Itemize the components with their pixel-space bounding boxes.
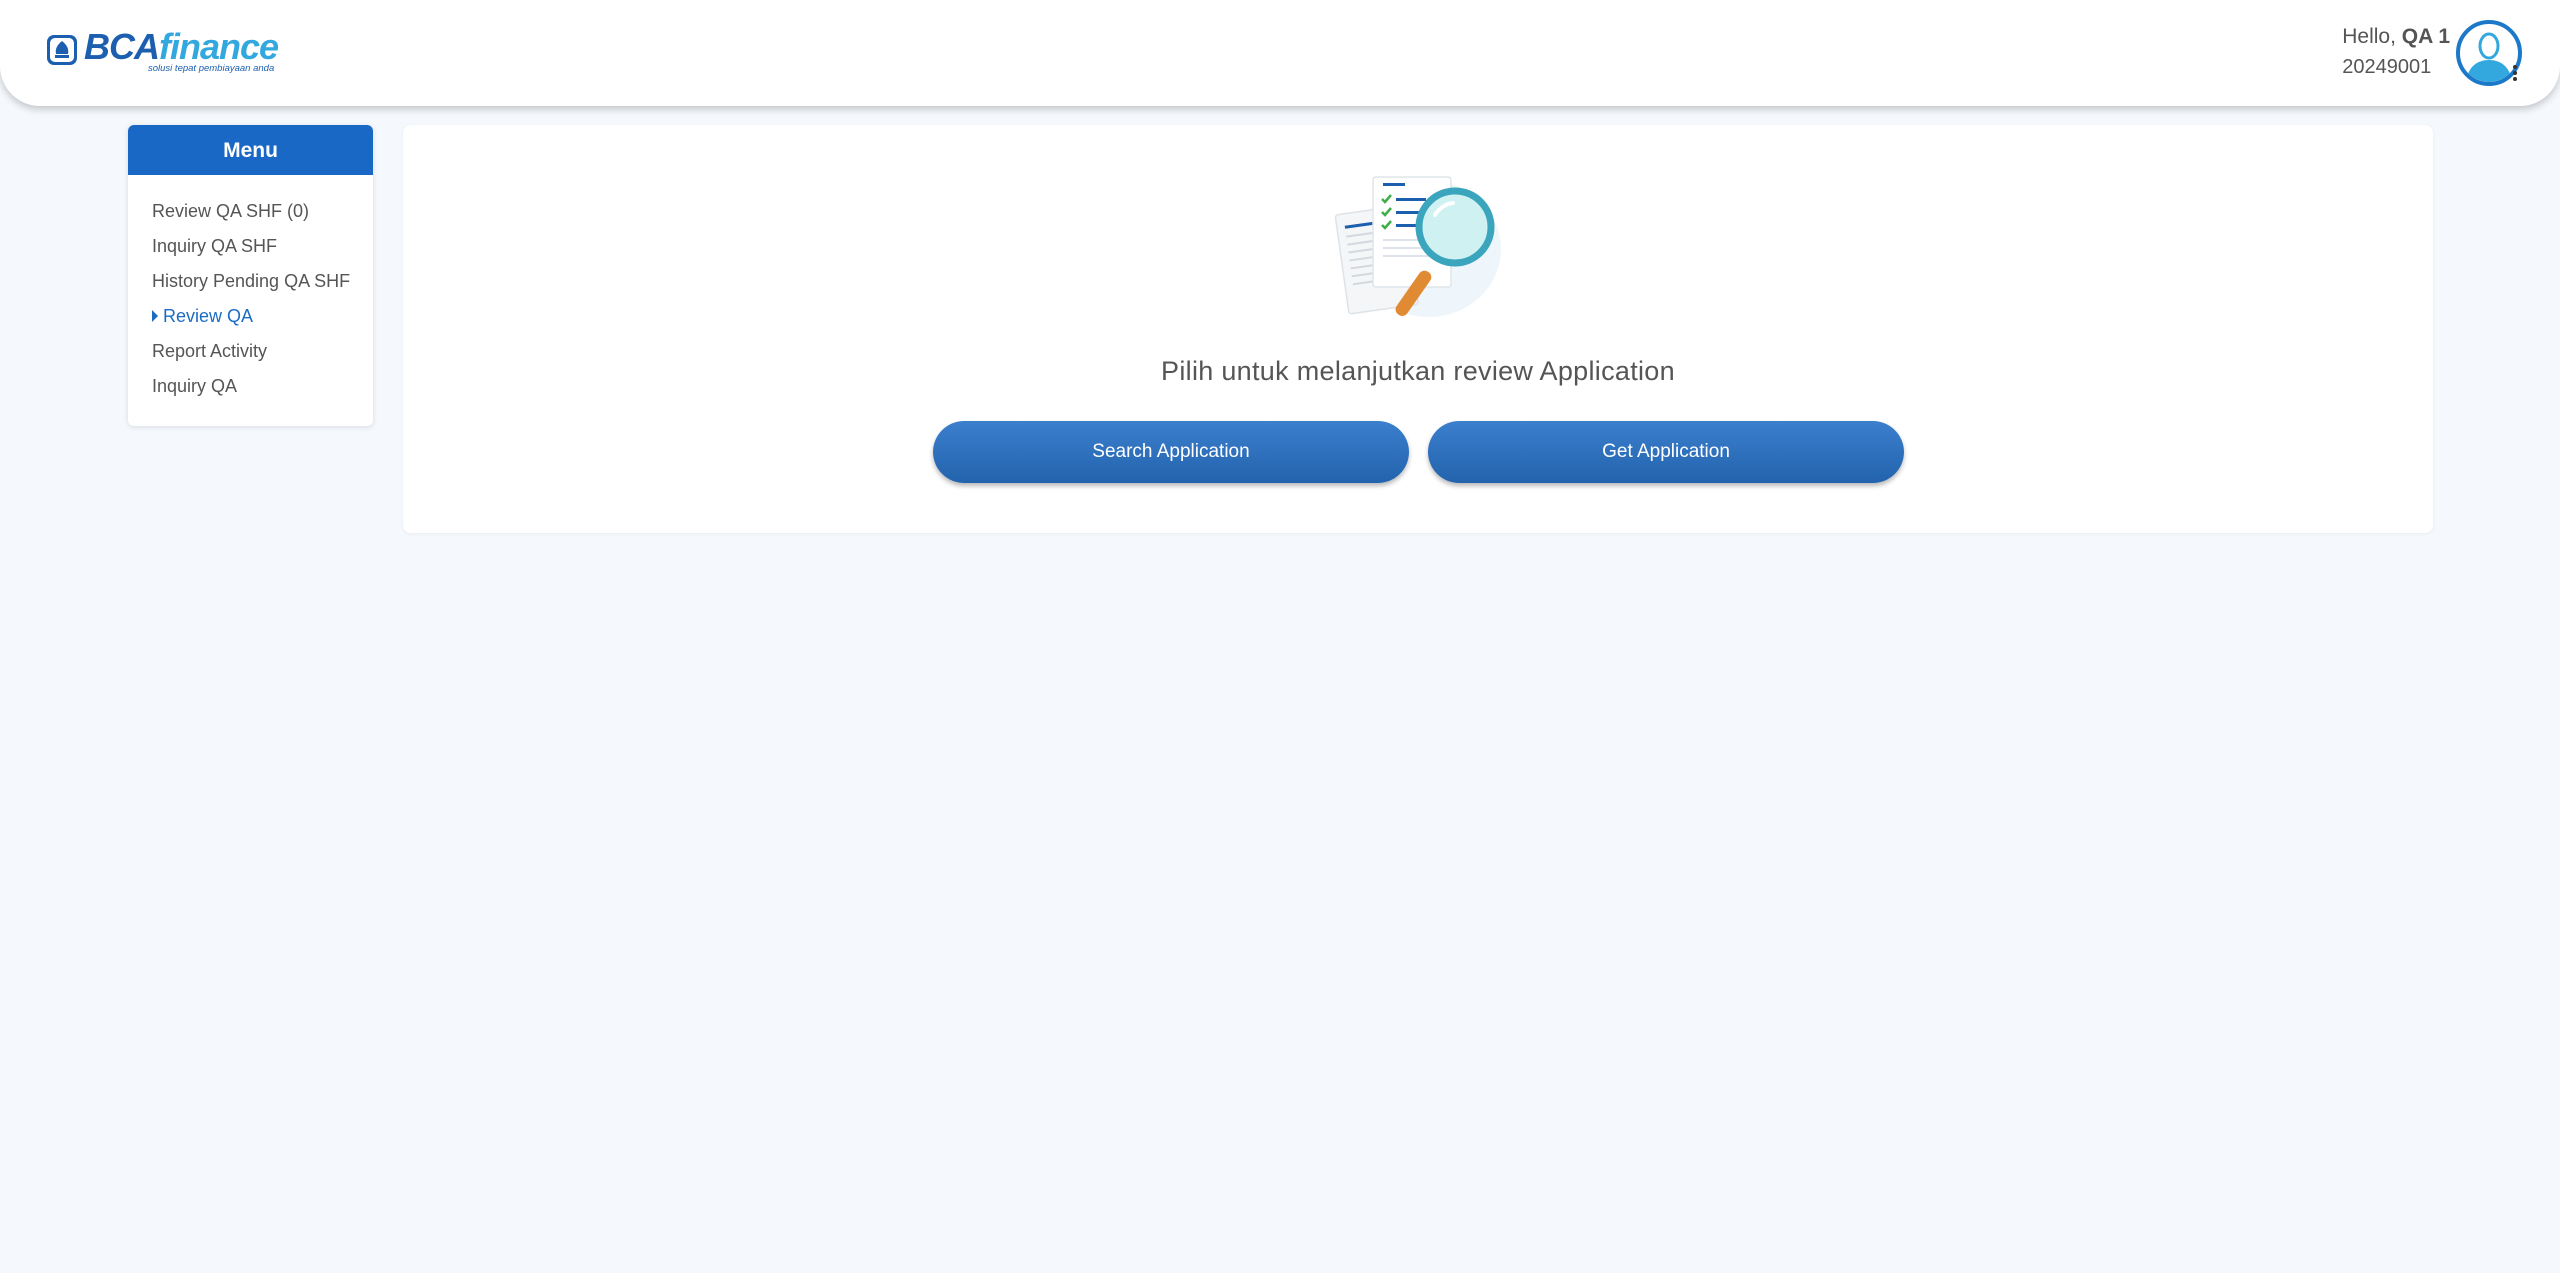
search-application-button[interactable]: Search Application xyxy=(933,421,1409,483)
greeting: Hello, QA 1 xyxy=(2342,22,2450,52)
logo-bca: BCA xyxy=(84,26,160,67)
logo-tagline: solusi tepat pembiayaan anda xyxy=(148,63,275,74)
sidebar-item-history-pending-qa-shf[interactable]: History Pending QA SHF xyxy=(152,269,373,304)
user-name: QA 1 xyxy=(2401,25,2450,48)
sidebar-item-label: Review QA SHF (0) xyxy=(152,201,310,221)
caret-right-icon xyxy=(152,310,158,322)
sidebar-title: Menu xyxy=(128,125,373,175)
get-application-button[interactable]: Get Application xyxy=(1428,421,1904,483)
greeting-prefix: Hello, xyxy=(2342,25,2402,48)
sidebar-item-inquiry-qa[interactable]: Inquiry QA xyxy=(152,374,373,409)
sidebar-item-label: History Pending QA SHF xyxy=(152,271,351,291)
sidebar-item-report-activity[interactable]: Report Activity xyxy=(152,339,373,374)
menu-list: Review QA SHF (0) Inquiry QA SHF History… xyxy=(128,175,373,409)
document-magnifier-icon xyxy=(1334,176,1501,317)
bca-finance-logo[interactable]: BCAfinance solusi tepat pembiayaan anda xyxy=(46,26,279,78)
user-info: Hello, QA 1 20249001 xyxy=(2342,22,2450,82)
logo-finance: finance xyxy=(159,26,279,67)
bca-emblem-icon xyxy=(47,35,77,65)
sidebar-item-label: Inquiry QA SHF xyxy=(152,236,278,256)
sidebar-item-label: Review QA xyxy=(163,306,254,326)
user-id: 20249001 xyxy=(2342,56,2432,78)
kebab-menu-icon[interactable] xyxy=(2510,64,2520,84)
sidebar-item-review-qa[interactable]: Review QA xyxy=(152,304,373,339)
logo-wordmark: BCAfinance xyxy=(84,26,279,68)
review-application-card: Pilih untuk melanjutkan review Applicati… xyxy=(403,125,2433,533)
sidebar-item-label: Inquiry QA xyxy=(152,376,238,396)
review-prompt: Pilih untuk melanjutkan review Applicati… xyxy=(1161,356,1675,386)
sidebar-item-label: Report Activity xyxy=(152,341,268,361)
sidebar-item-review-qa-shf[interactable]: Review QA SHF (0) xyxy=(152,199,373,234)
sidebar-item-inquiry-qa-shf[interactable]: Inquiry QA SHF xyxy=(152,234,373,269)
sidebar-menu: Menu Review QA SHF (0) Inquiry QA SHF Hi… xyxy=(128,125,373,426)
top-header: BCAfinance solusi tepat pembiayaan anda … xyxy=(0,0,2560,106)
